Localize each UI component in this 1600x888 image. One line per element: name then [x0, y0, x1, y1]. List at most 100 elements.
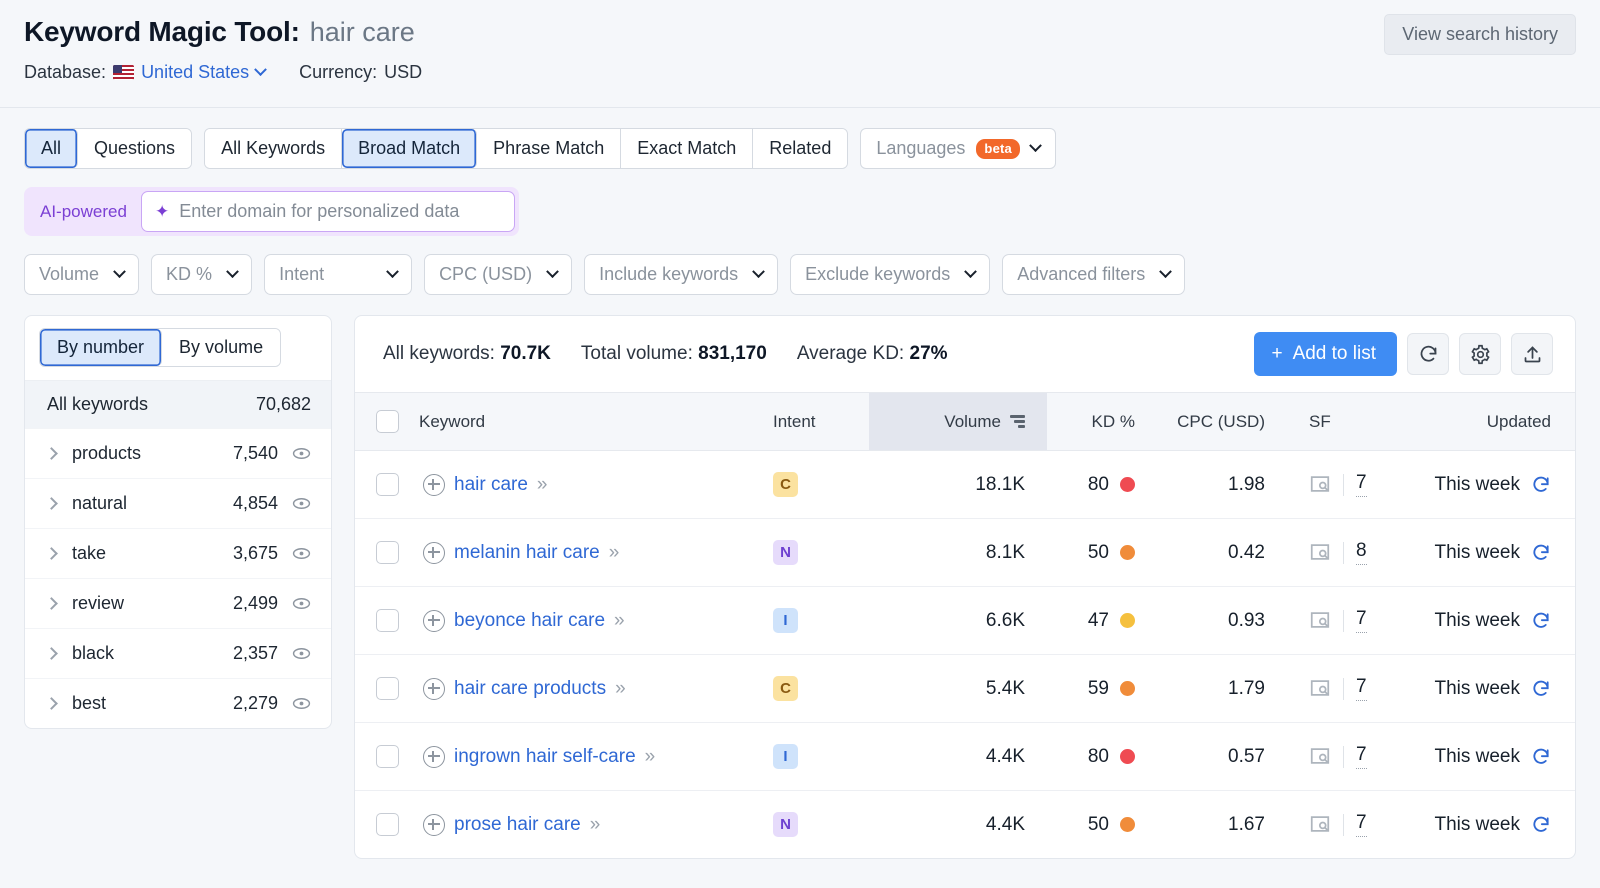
table-row[interactable]: beyonce hair care » I 6.6K 47 0.93 7 Thi…: [355, 586, 1575, 655]
header-volume[interactable]: Volume: [869, 392, 1047, 451]
row-checkbox[interactable]: [375, 745, 399, 768]
sf-value[interactable]: 7: [1356, 812, 1367, 837]
serp-preview-icon[interactable]: [1309, 815, 1331, 834]
sf-value[interactable]: 7: [1356, 608, 1367, 633]
tab-broad-match[interactable]: Broad Match: [342, 129, 478, 168]
table-row[interactable]: hair care » C 18.1K 80 1.98 7 This week: [355, 450, 1575, 519]
row-checkbox[interactable]: [375, 541, 399, 564]
sf-value[interactable]: 7: [1356, 676, 1367, 701]
languages-dropdown[interactable]: Languages beta: [860, 128, 1056, 169]
double-chevron-icon[interactable]: »: [614, 610, 624, 632]
keyword-link[interactable]: melanin hair care: [454, 542, 600, 564]
sidebar-item-take[interactable]: take 3,675: [25, 528, 331, 578]
add-keyword-icon[interactable]: [423, 813, 445, 836]
filter-advanced[interactable]: Advanced filters: [1002, 254, 1186, 295]
add-to-list-button[interactable]: + Add to list: [1254, 332, 1397, 376]
refresh-icon[interactable]: [1531, 611, 1551, 631]
keyword-link[interactable]: prose hair care: [454, 814, 581, 836]
add-keyword-icon[interactable]: [423, 609, 445, 632]
filter-cpc[interactable]: CPC (USD): [424, 254, 573, 295]
add-keyword-icon[interactable]: [423, 541, 445, 564]
double-chevron-icon[interactable]: »: [537, 474, 547, 496]
row-checkbox[interactable]: [375, 609, 399, 632]
keyword-link[interactable]: beyonce hair care: [454, 610, 605, 632]
sf-value[interactable]: 8: [1356, 540, 1367, 565]
row-checkbox-cell[interactable]: [355, 586, 419, 655]
filter-kd[interactable]: KD %: [151, 254, 253, 295]
row-checkbox-cell[interactable]: [355, 654, 419, 723]
sidebar-item-black[interactable]: black 2,357: [25, 628, 331, 678]
select-all-checkbox[interactable]: [375, 410, 399, 433]
eye-icon[interactable]: [292, 694, 311, 713]
refresh-icon[interactable]: [1531, 815, 1551, 835]
sidebar-item-review[interactable]: review 2,499: [25, 578, 331, 628]
refresh-icon[interactable]: [1531, 475, 1551, 495]
tab-related[interactable]: Related: [753, 129, 848, 168]
header-kd[interactable]: KD %: [1047, 392, 1155, 451]
table-row[interactable]: melanin hair care » N 8.1K 50 0.42 8 Thi…: [355, 518, 1575, 587]
view-search-history-button[interactable]: View search history: [1384, 14, 1576, 55]
header-sf[interactable]: SF: [1287, 392, 1397, 451]
row-checkbox-cell[interactable]: [355, 450, 419, 519]
tab-questions[interactable]: Questions: [78, 129, 192, 168]
table-row[interactable]: hair care products » C 5.4K 59 1.79 7 Th…: [355, 654, 1575, 723]
double-chevron-icon[interactable]: »: [645, 746, 655, 768]
add-keyword-icon[interactable]: [423, 473, 445, 496]
serp-preview-icon[interactable]: [1309, 543, 1331, 562]
tab-exact-match[interactable]: Exact Match: [621, 129, 754, 168]
row-checkbox[interactable]: [375, 813, 399, 836]
refresh-icon[interactable]: [1531, 747, 1551, 767]
sf-value[interactable]: 7: [1356, 744, 1367, 769]
sf-value[interactable]: 7: [1356, 472, 1367, 497]
add-keyword-icon[interactable]: [423, 745, 445, 768]
eye-icon[interactable]: [292, 644, 311, 663]
table-row[interactable]: prose hair care » N 4.4K 50 1.67 7 This …: [355, 791, 1575, 859]
tab-all[interactable]: All: [25, 129, 79, 168]
filter-include-keywords[interactable]: Include keywords: [584, 254, 779, 295]
refresh-button[interactable]: [1407, 333, 1449, 375]
eye-icon[interactable]: [292, 444, 311, 463]
row-checkbox[interactable]: [375, 473, 399, 496]
database-selector[interactable]: Database: United States: [24, 62, 267, 83]
serp-preview-icon[interactable]: [1309, 611, 1331, 630]
header-intent[interactable]: Intent: [773, 392, 869, 451]
database-value[interactable]: United States: [141, 62, 249, 83]
keyword-link[interactable]: ingrown hair self-care: [454, 746, 636, 768]
add-keyword-icon[interactable]: [423, 677, 445, 700]
domain-input-placeholder[interactable]: Enter domain for personalized data: [179, 201, 459, 222]
sidebar-item-products[interactable]: products 7,540: [25, 428, 331, 478]
filter-volume[interactable]: Volume: [24, 254, 140, 295]
table-row[interactable]: ingrown hair self-care » I 4.4K 80 0.57 …: [355, 722, 1575, 791]
row-checkbox-cell[interactable]: [355, 791, 419, 859]
domain-input-wrapper[interactable]: ✦ Enter domain for personalized data: [140, 191, 515, 232]
row-checkbox-cell[interactable]: [355, 518, 419, 587]
double-chevron-icon[interactable]: »: [609, 542, 619, 564]
tab-all-keywords[interactable]: All Keywords: [205, 129, 343, 168]
refresh-icon[interactable]: [1531, 543, 1551, 563]
export-button[interactable]: [1511, 333, 1553, 375]
eye-icon[interactable]: [292, 544, 311, 563]
serp-preview-icon[interactable]: [1309, 679, 1331, 698]
header-select-all[interactable]: [355, 392, 419, 451]
tab-phrase-match[interactable]: Phrase Match: [477, 129, 622, 168]
toggle-by-number[interactable]: By number: [40, 329, 163, 366]
double-chevron-icon[interactable]: »: [590, 814, 600, 836]
header-updated[interactable]: Updated: [1397, 392, 1575, 451]
sidebar-item-natural[interactable]: natural 4,854: [25, 478, 331, 528]
settings-button[interactable]: [1459, 333, 1501, 375]
filter-intent[interactable]: Intent: [264, 254, 413, 295]
header-cpc[interactable]: CPC (USD): [1155, 392, 1287, 451]
row-checkbox[interactable]: [375, 677, 399, 700]
toggle-by-volume[interactable]: By volume: [162, 329, 281, 366]
serp-preview-icon[interactable]: [1309, 475, 1331, 494]
filter-exclude-keywords[interactable]: Exclude keywords: [790, 254, 991, 295]
eye-icon[interactable]: [292, 594, 311, 613]
header-keyword[interactable]: Keyword: [419, 392, 773, 451]
keyword-link[interactable]: hair care products: [454, 678, 606, 700]
eye-icon[interactable]: [292, 494, 311, 513]
row-checkbox-cell[interactable]: [355, 722, 419, 791]
sidebar-item-best[interactable]: best 2,279: [25, 678, 331, 728]
keyword-link[interactable]: hair care: [454, 474, 528, 496]
double-chevron-icon[interactable]: »: [615, 678, 625, 700]
refresh-icon[interactable]: [1531, 679, 1551, 699]
